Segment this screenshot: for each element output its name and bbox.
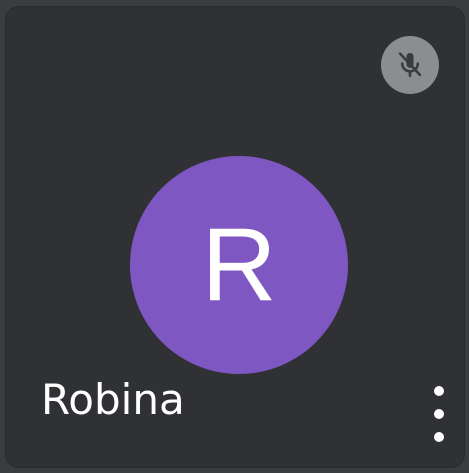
mic-off-icon: [381, 36, 439, 94]
avatar: R: [130, 156, 348, 374]
more-options-button[interactable]: [425, 386, 453, 442]
more-vert-icon-dot: [434, 409, 444, 419]
more-vert-icon-dot: [434, 432, 444, 442]
more-vert-icon: [434, 386, 444, 396]
mic-off-glyph: [398, 52, 422, 78]
participant-name: Robina: [41, 375, 185, 424]
participant-tile: R Robina: [5, 6, 465, 468]
